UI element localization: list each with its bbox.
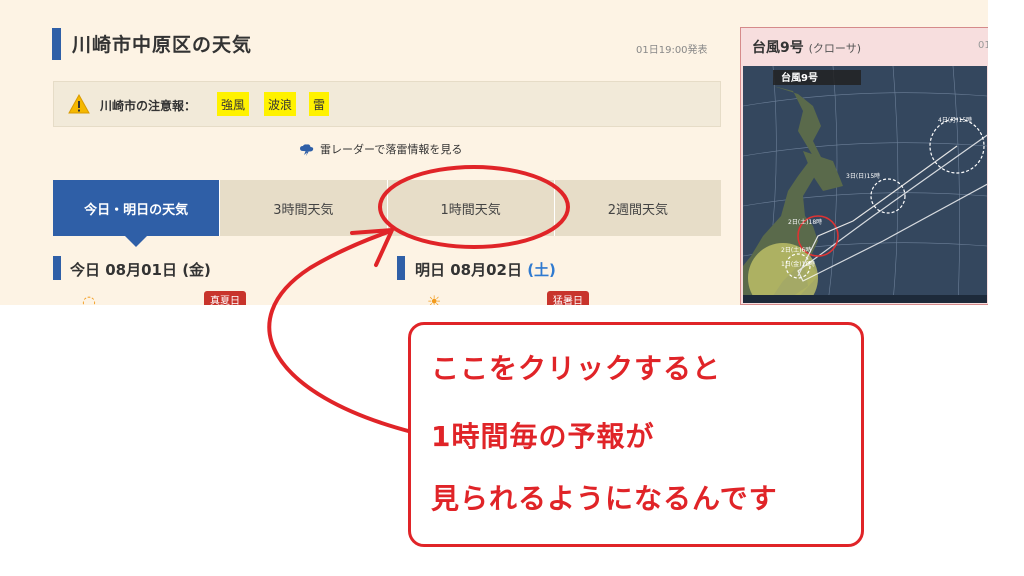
typhoon-header: 台風9号 (クローサ) 01	[741, 28, 988, 64]
today-heading: 今日 08月01日 (金)	[70, 261, 211, 279]
typhoon-date-stub: 01	[978, 40, 988, 51]
callout-line-2: 1時間毎の予報が	[431, 420, 655, 453]
root: 川崎市中原区の天気 01日19:00発表 川崎市の注意報： 強風 波浪 雷 雷レ…	[0, 0, 1024, 576]
annotation-callout: ここをクリックすると 1時間毎の予報が 見られるようになるんです	[408, 322, 864, 547]
alert-box: 川崎市の注意報： 強風 波浪 雷	[53, 81, 721, 127]
map-point-label: 1日(金)18時	[781, 260, 815, 268]
weather-page-screenshot: 川崎市中原区の天気 01日19:00発表 川崎市の注意報： 強風 波浪 雷 雷レ…	[0, 0, 988, 305]
thunder-radar-link-label: 雷レーダーで落雷情報を見る	[320, 143, 463, 156]
callout-line-1: ここをクリックすると	[431, 352, 722, 385]
thunder-radar-link[interactable]: 雷レーダーで落雷情報を見る	[300, 141, 462, 157]
issued-time: 01日19:00発表	[636, 45, 708, 56]
alert-label: 川崎市の注意報：	[100, 99, 197, 113]
typhoon-title: 台風9号 (クローサ)	[752, 37, 861, 57]
tomorrow-heading-weekday: (土)	[527, 261, 556, 279]
alert-tag-waves[interactable]: 波浪	[264, 92, 297, 116]
warning-icon	[68, 94, 90, 114]
title-accent-bar	[52, 28, 61, 60]
typhoon-track-map[interactable]: 台風9号 4日(月)15時 3日(日)15時 2日(土)18時 2日(土)6時 …	[743, 66, 987, 303]
tomorrow-badge: 猛暑日	[547, 291, 589, 305]
map-point-label: 2日(土)6時	[781, 246, 811, 254]
typhoon-subtitle: (クローサ)	[808, 42, 861, 55]
typhoon-name: 台風9号	[752, 40, 804, 56]
tomorrow-heading: 明日 08月02日 (土)	[415, 259, 556, 280]
map-point-label: 2日(土)18時	[788, 218, 822, 226]
today-badge: 真夏日	[204, 291, 246, 305]
today-accent-bar	[53, 256, 61, 280]
alert-tag-strong-wind[interactable]: 強風	[217, 92, 250, 116]
callout-line-3: 見られるようになるんです	[431, 482, 778, 515]
tab-2-week[interactable]: 2週間天気	[554, 180, 721, 236]
tomorrow-accent-bar	[397, 256, 405, 280]
sun-icon: ☀	[427, 292, 442, 305]
tab-1-hour[interactable]: 1時間天気	[387, 180, 555, 236]
map-point-label: 3日(日)15時	[846, 172, 880, 180]
sun-icon: ◌	[82, 292, 96, 305]
alert-tag-thunder[interactable]: 雷	[309, 92, 330, 116]
typhoon-panel[interactable]: 台風9号 (クローサ) 01 台風9号 4日(月)15時 3日(日)15時 2日…	[740, 27, 988, 305]
lightning-cloud-icon	[300, 144, 314, 156]
forecast-tabs: 今日・明日の天気 3時間天気 1時間天気 2週間天気	[53, 180, 721, 247]
tab-today-tomorrow[interactable]: 今日・明日の天気	[53, 180, 221, 247]
tomorrow-heading-date: 明日 08月02日	[415, 261, 528, 279]
map-point-label: 4日(月)15時	[938, 116, 972, 124]
page-title: 川崎市中原区の天気	[72, 34, 253, 56]
typhoon-map-label: 台風9号	[781, 71, 818, 84]
tab-3-hour[interactable]: 3時間天気	[220, 180, 388, 236]
